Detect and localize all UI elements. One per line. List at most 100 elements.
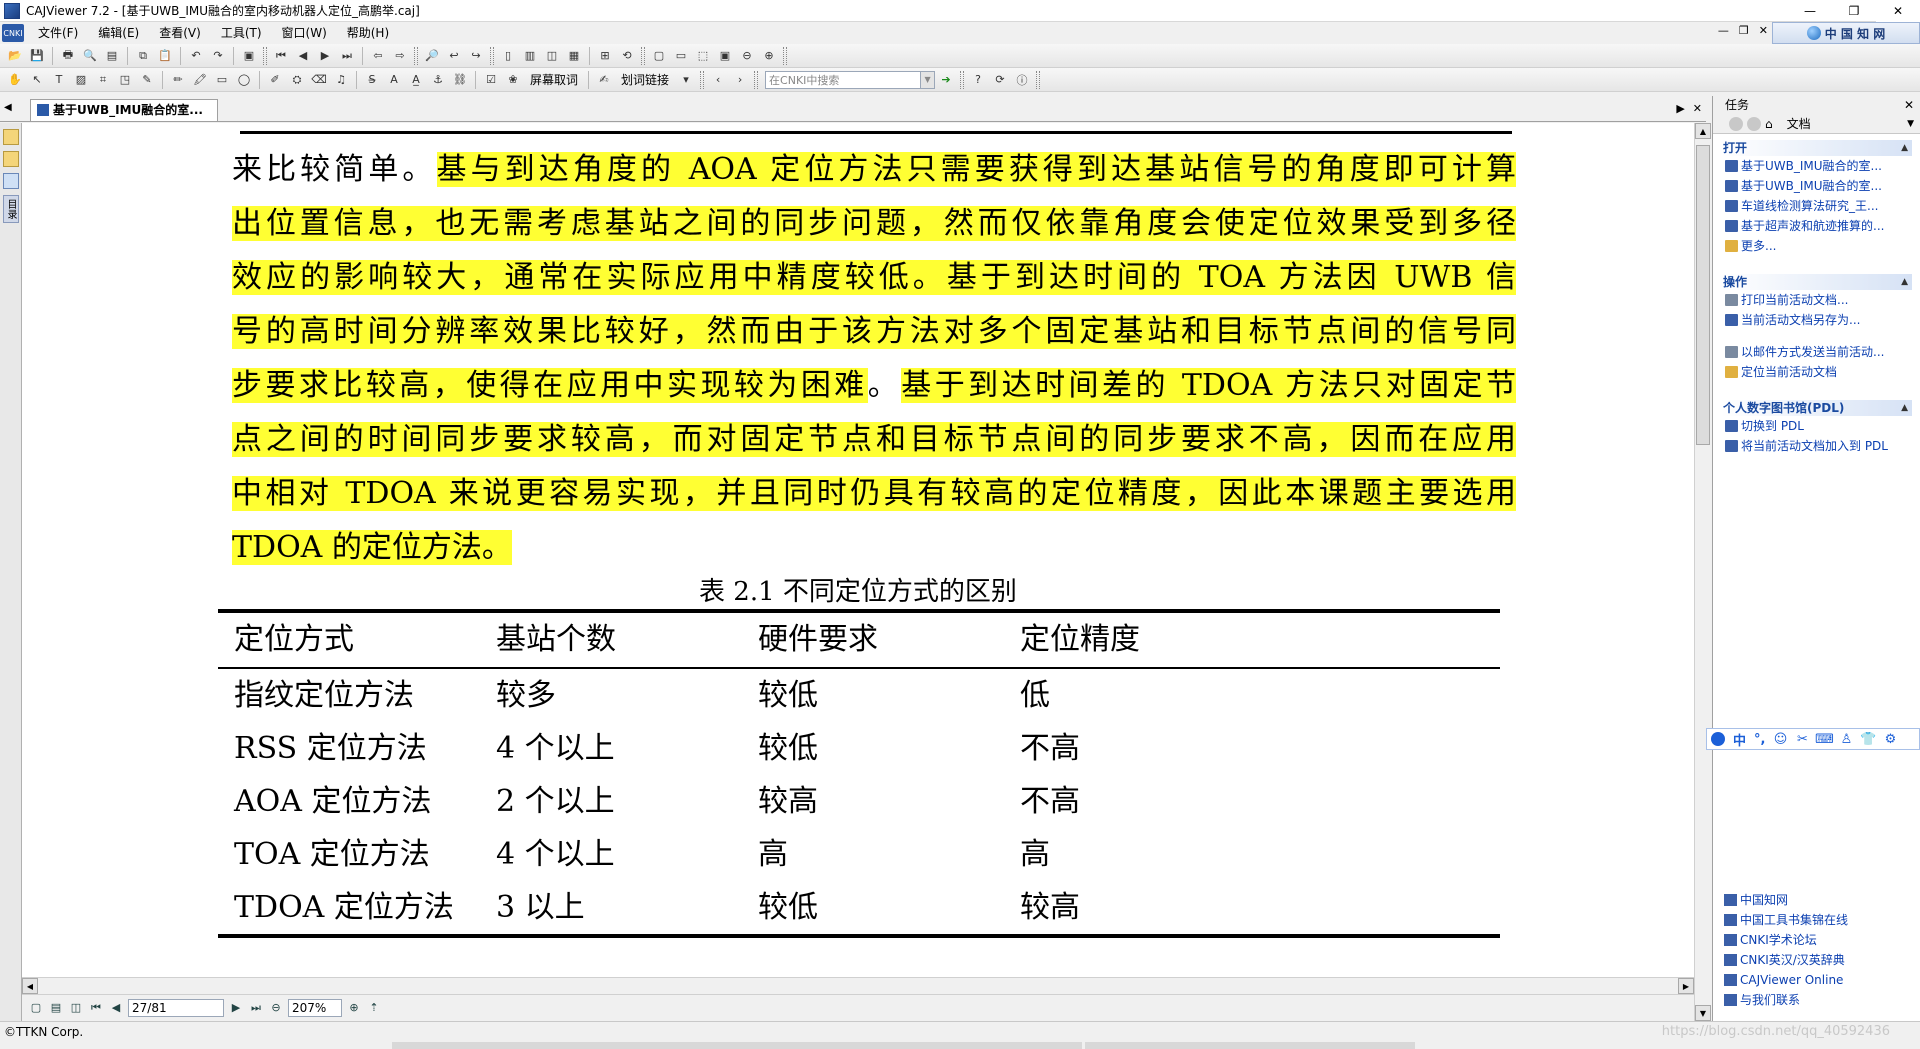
horizontal-scrollbar[interactable]: ◀ ▶ [22, 977, 1694, 994]
task-link[interactable]: 基于UWB_IMU融合的室... [1721, 156, 1912, 176]
bookmark-panel-icon[interactable] [3, 151, 19, 167]
collapse-icon[interactable]: ▲ [1901, 140, 1908, 156]
next-page-icon[interactable]: ▶ [228, 1000, 244, 1016]
zoom-in-icon[interactable]: ⊕ [346, 1000, 362, 1016]
menu-view[interactable]: 查看(V) [149, 22, 211, 44]
strikeout-icon[interactable]: S̶ [363, 71, 381, 89]
text-select-icon[interactable]: T [50, 71, 68, 89]
ellipse-icon[interactable]: ◯ [235, 71, 253, 89]
menu-window[interactable]: 窗口(W) [272, 22, 337, 44]
sound-icon[interactable]: ♫ [332, 71, 350, 89]
stamp-icon[interactable]: ⛭ [288, 71, 306, 89]
task-panel-nav-label[interactable]: 文档 [1787, 115, 1811, 132]
single-page-view-icon[interactable]: ▢ [28, 1000, 44, 1016]
toc-panel-tab[interactable]: 目录 [3, 195, 19, 223]
image-select-icon[interactable]: ▨ [72, 71, 90, 89]
task-link[interactable]: 以邮件方式发送当前活动... [1721, 342, 1912, 362]
scroll-left-icon[interactable]: ◀ [22, 978, 38, 994]
pin-icon[interactable]: ⇡ [366, 1000, 382, 1016]
screen-capture-button[interactable]: 屏幕取词 [530, 71, 578, 88]
layout-menu-icon[interactable]: ⊞ [596, 47, 614, 65]
settings-icon[interactable]: ⚙ [1883, 732, 1897, 747]
maximize-button[interactable]: ❐ [1832, 0, 1876, 22]
emoji-icon[interactable]: ☺ [1773, 732, 1788, 747]
minimize-button[interactable]: — [1788, 0, 1832, 22]
anchor-icon[interactable]: ⚓ [429, 71, 447, 89]
highlighter-icon[interactable]: 🖍 [191, 71, 209, 89]
open-folder-icon[interactable]: 📂 [6, 47, 24, 65]
update-icon[interactable]: ⟳ [991, 71, 1009, 89]
word-link-icon[interactable]: ✍ [595, 71, 613, 89]
redo-icon[interactable]: ↷ [209, 47, 227, 65]
checkbox-icon[interactable]: ☑ [482, 71, 500, 89]
zoom-input[interactable]: 207% [288, 998, 342, 1017]
keyboard-icon[interactable]: ⌨ [1815, 732, 1834, 747]
pen-icon[interactable]: ✏ [169, 71, 187, 89]
ime-punct-toggle[interactable]: °, [1754, 732, 1765, 747]
link-tool-icon[interactable]: ⛓ [451, 71, 469, 89]
chevron-down-icon[interactable]: ▼ [920, 71, 935, 88]
thumbnail-panel-icon[interactable] [3, 173, 19, 189]
collapse-icon[interactable]: ▲ [1901, 400, 1908, 416]
prev-page-icon[interactable]: ◀ [294, 47, 312, 65]
vertical-scroll-thumb[interactable] [1696, 145, 1710, 445]
menu-file[interactable]: 文件(F) [28, 22, 88, 44]
search-forward-icon[interactable]: › [731, 71, 749, 89]
menu-edit[interactable]: 编辑(E) [88, 22, 149, 44]
task-link[interactable]: 将当前活动文档加入到 PDL [1721, 436, 1912, 456]
first-page-icon[interactable]: ⏮ [272, 47, 290, 65]
continuous-page-icon[interactable]: ▥ [521, 47, 539, 65]
task-section-title[interactable]: 打开 ▲ [1721, 140, 1912, 156]
tab-document[interactable]: 基于UWB_IMU融合的室... [30, 99, 218, 121]
web-link[interactable]: CNKI学术论坛 [1720, 930, 1916, 950]
find-icon[interactable]: 🔎 [423, 47, 441, 65]
home-icon[interactable]: ⌂ [1765, 117, 1773, 131]
task-link[interactable]: 车道线检测算法研究_王... [1721, 196, 1912, 216]
zoom-out-icon[interactable]: ⊖ [268, 1000, 284, 1016]
task-link[interactable]: 更多... [1721, 236, 1912, 256]
back-icon[interactable]: ⇦ [369, 47, 387, 65]
snapshot-icon[interactable]: ⌗ [94, 71, 112, 89]
voice-icon[interactable]: ✂ [1795, 732, 1809, 747]
web-link[interactable]: 与我们联系 [1720, 990, 1916, 1010]
zoom-out-icon[interactable]: ⊖ [738, 47, 756, 65]
fit-page-icon[interactable]: ▭ [672, 47, 690, 65]
last-page-icon[interactable]: ⏭ [338, 47, 356, 65]
close-icon[interactable]: ✕ [1904, 96, 1914, 114]
doc-close-button[interactable]: ✕ [1759, 24, 1768, 37]
forward-icon[interactable]: ⇨ [391, 47, 409, 65]
text-color-icon[interactable]: A [385, 71, 403, 89]
save-icon[interactable]: 💾 [28, 47, 46, 65]
about-icon[interactable]: ⓘ [1013, 71, 1031, 89]
copy-icon[interactable]: ⧉ [134, 47, 152, 65]
doc-restore-button[interactable]: ❐ [1739, 24, 1749, 37]
underline-icon[interactable]: A̲ [407, 71, 425, 89]
web-link[interactable]: 中国工具书集锦在线 [1720, 910, 1916, 930]
select-page-icon[interactable]: ▣ [240, 47, 258, 65]
last-page-icon[interactable]: ⏭ [248, 1000, 264, 1016]
tab-scroll-left-icon[interactable]: ◀ [4, 102, 12, 113]
user-icon[interactable]: ♙ [1839, 732, 1853, 747]
print-preview-icon[interactable]: 🔍 [81, 47, 99, 65]
ocr-icon[interactable]: ◳ [116, 71, 134, 89]
ime-mode-toggle[interactable]: 中 [1733, 730, 1746, 749]
two-page-view-icon[interactable]: ◫ [68, 1000, 84, 1016]
menu-help[interactable]: 帮助(H) [337, 22, 399, 44]
annotation-panel-icon[interactable] [3, 129, 19, 145]
facing-continuous-icon[interactable]: ▦ [565, 47, 583, 65]
web-link[interactable]: CNKI英汉/汉英辞典 [1720, 950, 1916, 970]
close-button[interactable]: ✕ [1876, 0, 1920, 22]
find-prev-icon[interactable]: ↩ [445, 47, 463, 65]
task-link[interactable]: 打印当前活动文档... [1721, 290, 1912, 310]
task-link[interactable]: 基于超声波和航迹推算的... [1721, 216, 1912, 236]
screen-capture-icon[interactable]: ❀ [504, 71, 522, 89]
help-icon[interactable]: ? [969, 71, 987, 89]
edit-icon[interactable]: ✐ [266, 71, 284, 89]
hand-tool-icon[interactable]: ✋ [6, 71, 24, 89]
first-page-icon[interactable]: ⏮ [88, 1000, 104, 1016]
fit-width-icon[interactable]: ⬚ [694, 47, 712, 65]
find-next-icon[interactable]: ↪ [467, 47, 485, 65]
rectangle-icon[interactable]: ▭ [213, 71, 231, 89]
rotate-icon[interactable]: ⟲ [618, 47, 636, 65]
page-number-input[interactable]: 27/81 [128, 998, 224, 1017]
